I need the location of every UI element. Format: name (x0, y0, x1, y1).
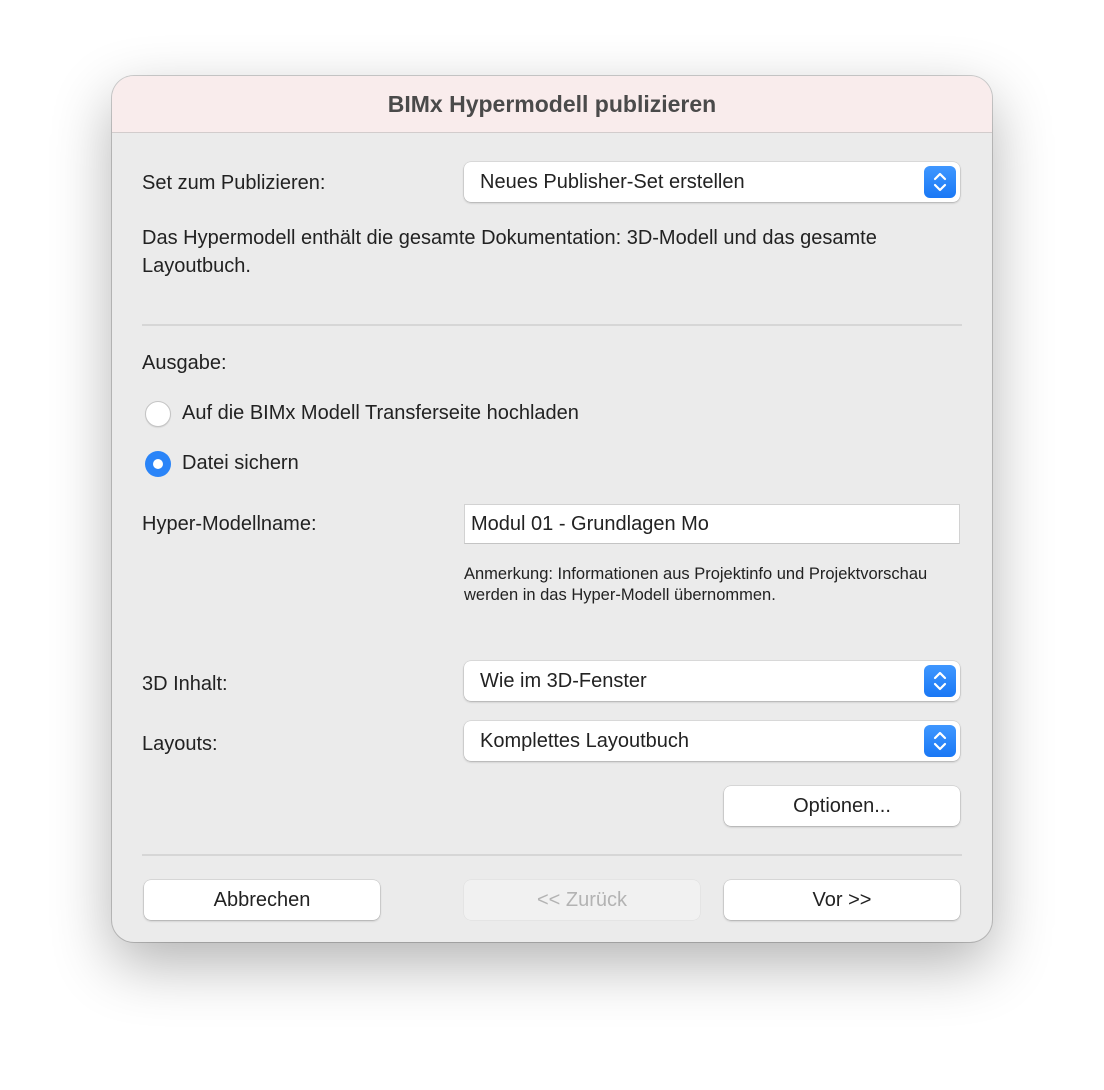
next-button[interactable]: Vor >> (724, 880, 960, 920)
radio-save-file[interactable] (145, 451, 171, 477)
model-name-input[interactable] (464, 504, 960, 544)
chevron-up-down-icon (924, 665, 956, 697)
publish-set-value: Neues Publisher-Set erstellen (480, 171, 745, 193)
note-text: Anmerkung: Informationen aus Projektinfo… (464, 565, 928, 604)
layouts-popup[interactable]: Komplettes Layoutbuch (464, 721, 960, 761)
publish-set-label: Set zum Publizieren: (142, 172, 326, 194)
back-button[interactable]: << Zurück (464, 880, 700, 920)
layouts-value: Komplettes Layoutbuch (480, 730, 690, 752)
content-3d-value: Wie im 3D-Fenster (480, 670, 647, 692)
radio-upload-transfer[interactable] (145, 401, 171, 427)
publish-set-popup[interactable]: Neues Publisher-Set erstellen (464, 162, 960, 202)
radio-selected-icon (153, 459, 163, 469)
dialog-title: BIMx Hypermodell publizieren (387, 91, 717, 117)
cancel-button[interactable]: Abbrechen (144, 880, 380, 920)
publish-dialog: BIMx Hypermodell publizieren Set zum Pub… (112, 76, 992, 942)
model-name-label: Hyper-Modellname: (142, 513, 317, 535)
chevron-up-down-icon (924, 166, 956, 198)
layouts-label: Layouts: (142, 733, 218, 755)
options-button[interactable]: Optionen... (724, 786, 960, 826)
description-text: Das Hypermodell enthält die gesamte Doku… (142, 227, 877, 277)
chevron-up-down-icon (924, 725, 956, 757)
title-bar[interactable]: BIMx Hypermodell publizieren (112, 76, 992, 133)
output-label: Ausgabe: (142, 352, 227, 374)
radio-save-file-label[interactable]: Datei sichern (182, 452, 299, 475)
section-divider-top (142, 324, 962, 326)
radio-upload-transfer-label[interactable]: Auf die BIMx Modell Transferseite hochla… (182, 402, 579, 425)
content-3d-popup[interactable]: Wie im 3D-Fenster (464, 661, 960, 701)
section-divider-bottom (142, 854, 962, 856)
content-3d-label: 3D Inhalt: (142, 673, 228, 695)
